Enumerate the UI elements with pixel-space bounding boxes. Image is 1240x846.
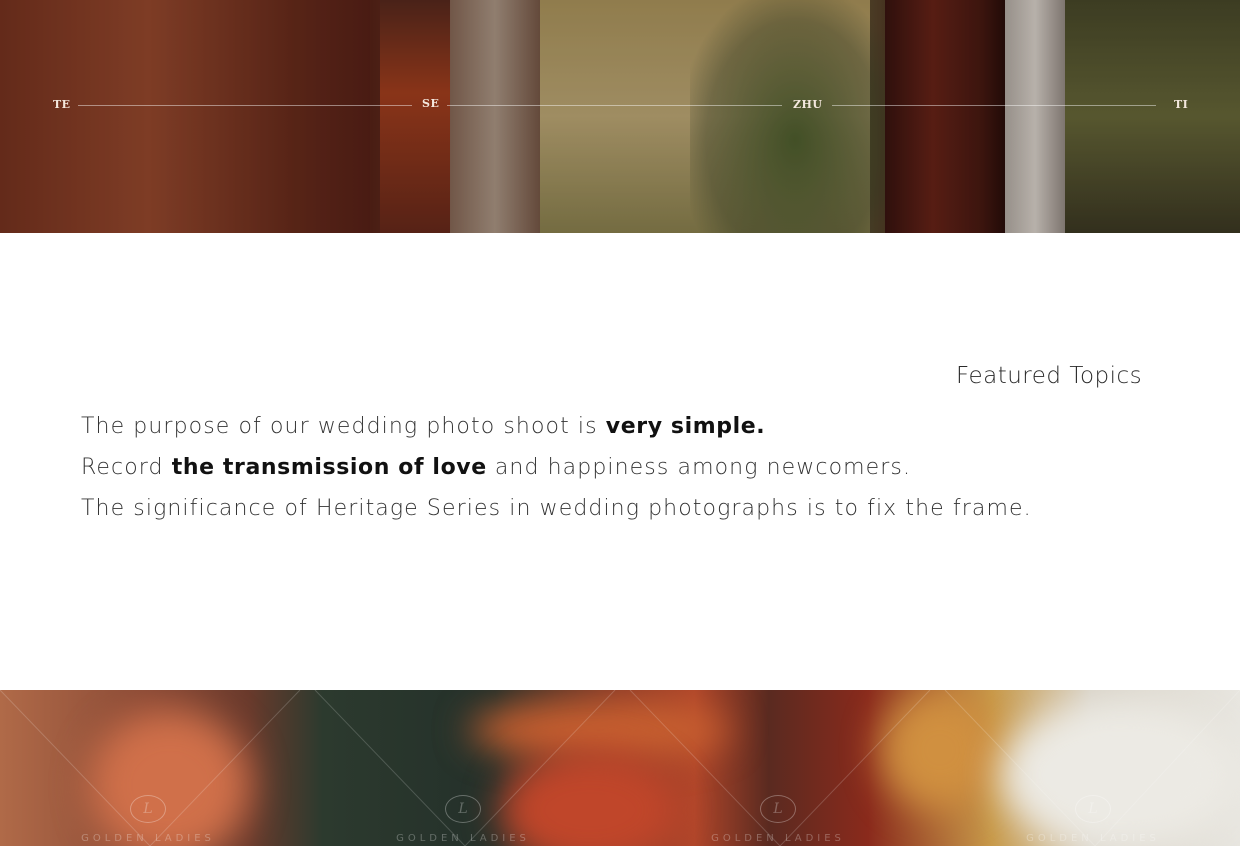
section-heading: Featured Topics: [956, 363, 1143, 389]
watermark: L GOLDEN LADIES: [73, 795, 223, 844]
hero-banner-top: TE SE ZHU TI: [0, 0, 1240, 233]
intro-paragraph: The purpose of our wedding photo shoot i…: [81, 410, 1081, 533]
hero-letter-ti: TI: [1174, 98, 1189, 111]
logo-icon: L: [760, 795, 796, 823]
divider-line: [447, 105, 782, 106]
hero-letter-se: SE: [422, 97, 440, 110]
intro-line-3: The significance of Heritage Series in w…: [81, 496, 1032, 521]
watermark: L GOLDEN LADIES: [388, 795, 538, 844]
hero-letter-zhu: ZHU: [793, 98, 823, 111]
intro-line-1: The purpose of our wedding photo shoot i…: [81, 414, 766, 439]
divider-line: [78, 105, 412, 106]
hero-letter-navigation: TE SE ZHU TI: [0, 0, 1240, 233]
hero-banner-bottom: L GOLDEN LADIES L GOLDEN LADIES L GOLDEN…: [0, 690, 1240, 846]
watermark: L GOLDEN LADIES: [1018, 795, 1168, 844]
intro-line-2: Record the transmission of love and happ…: [81, 455, 912, 480]
logo-icon: L: [130, 795, 166, 823]
watermark: L GOLDEN LADIES: [703, 795, 853, 844]
logo-icon: L: [445, 795, 481, 823]
divider-line: [832, 105, 1156, 106]
hero-letter-te: TE: [53, 98, 71, 111]
logo-icon: L: [1075, 795, 1111, 823]
